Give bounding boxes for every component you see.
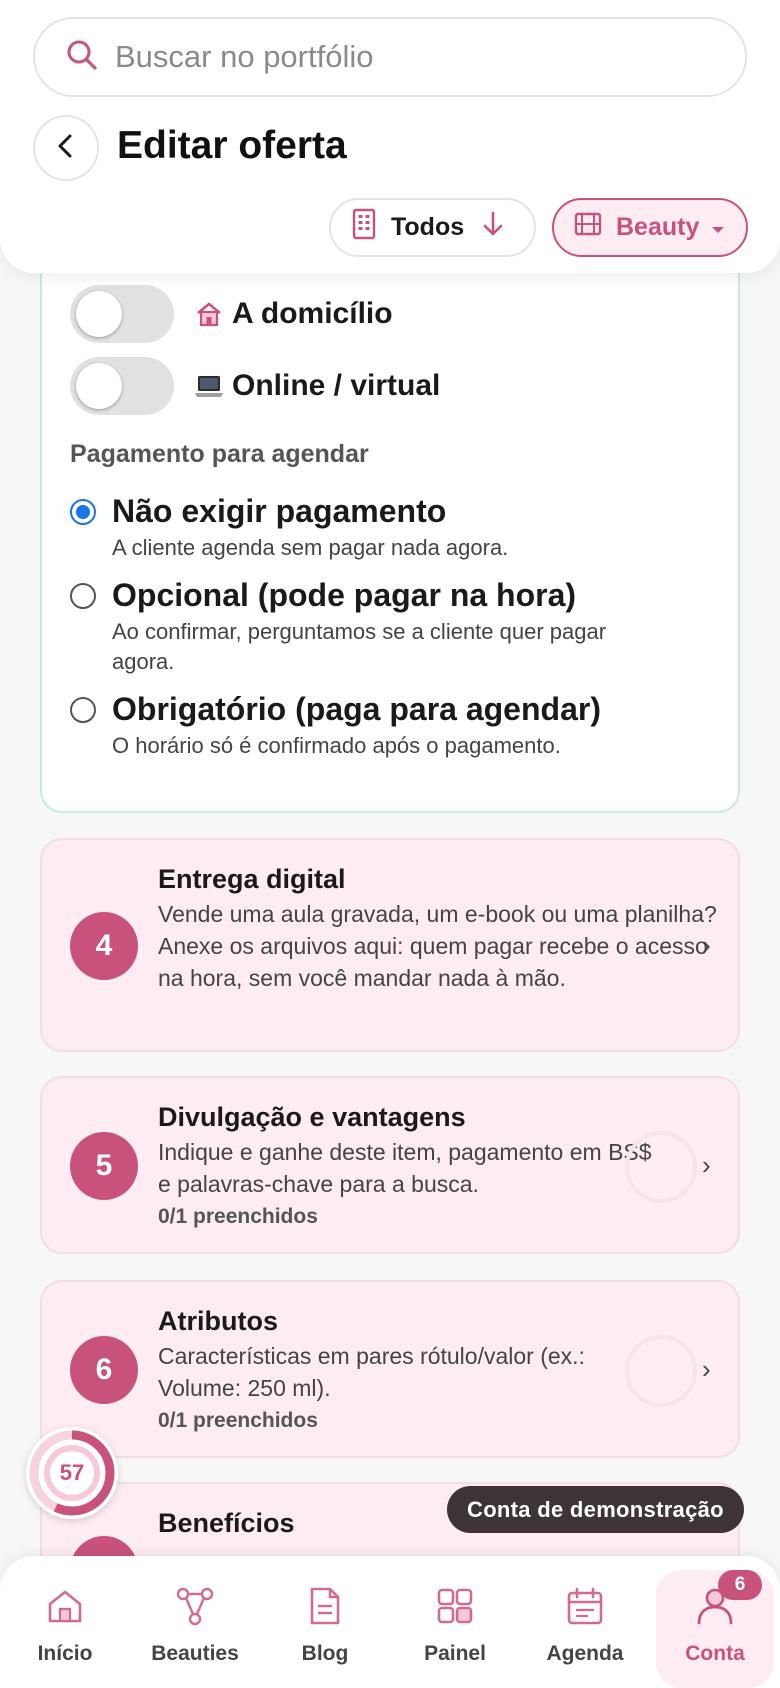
nav-label: Início	[37, 1642, 93, 1665]
payment-option-label: Obrigatório (paga para agendar)	[112, 691, 601, 727]
film-icon	[574, 211, 602, 244]
completion-score-badge[interactable]: 57	[26, 1427, 118, 1519]
step-description: Indique e ganhe deste item, pagamento em…	[158, 1139, 652, 1197]
building-icon	[351, 208, 377, 247]
filter-all-button[interactable]: Todos	[329, 198, 536, 257]
step-number-badge: 5	[70, 1132, 138, 1200]
online-service-toggle[interactable]	[70, 357, 174, 415]
nav-item-painel[interactable]: Painel	[390, 1556, 520, 1688]
payment-section-title: Pagamento para agendar	[70, 440, 369, 468]
payment-option-label: Opcional (pode pagar na hora)	[112, 577, 577, 613]
step-description: Vende uma aula gravada, um e-book ou uma…	[158, 901, 717, 991]
step-title: Entrega digital	[158, 864, 346, 894]
progress-ring	[625, 1335, 697, 1407]
nav-item-conta[interactable]: Conta 6	[656, 1570, 774, 1688]
bottom-navigation: Início Beauties Blog Painel Agenda Conta…	[0, 1556, 780, 1688]
house-icon	[194, 299, 224, 329]
radio-button-selected[interactable]	[70, 499, 96, 525]
laptop-icon	[194, 371, 224, 401]
home-service-toggle[interactable]	[70, 285, 174, 343]
network-icon	[175, 1586, 215, 1626]
chevron-right-icon: ›	[702, 1354, 711, 1384]
payment-option-description: O horário só é confirmado após o pagamen…	[112, 733, 561, 758]
home-icon	[45, 1586, 85, 1626]
category-filter-label: Beauty	[616, 213, 700, 241]
payment-option-optional[interactable]: Opcional (pode pagar na hora) Ao confirm…	[70, 575, 672, 677]
step-title: Divulgação e vantagens	[158, 1102, 466, 1132]
top-header: Editar oferta Todos Beauty	[0, 0, 780, 273]
nav-label: Beauties	[151, 1642, 239, 1665]
payment-option-none[interactable]: Não exigir pagamento A cliente agenda se…	[70, 491, 672, 563]
step-progress: 0/1 preenchidos	[158, 1409, 318, 1432]
filter-all-label: Todos	[391, 213, 465, 241]
chevron-right-icon: ›	[702, 930, 711, 960]
search-bar[interactable]	[33, 17, 747, 97]
nav-item-beauties[interactable]: Beauties	[130, 1556, 260, 1688]
category-filter-dropdown[interactable]: Beauty	[552, 198, 748, 257]
search-input[interactable]	[115, 39, 715, 75]
page-title: Editar oferta	[117, 124, 347, 167]
search-icon	[65, 38, 99, 77]
caret-down-icon	[711, 213, 725, 242]
step-title: Atributos	[158, 1306, 278, 1336]
radio-button[interactable]	[70, 697, 96, 723]
step-description: Características em pares rótulo/valor (e…	[158, 1343, 585, 1401]
progress-ring	[625, 1131, 697, 1203]
payment-option-label: Não exigir pagamento	[112, 493, 447, 529]
nav-label: Agenda	[546, 1642, 624, 1665]
step-number-badge: 6	[70, 1336, 138, 1404]
home-service-label: A domicílio	[232, 297, 393, 330]
nav-item-blog[interactable]: Blog	[260, 1556, 390, 1688]
payment-option-description: A cliente agenda sem pagar nada agora.	[112, 535, 509, 560]
nav-label: Blog	[301, 1642, 349, 1665]
toggle-row-online: Online / virtual	[70, 357, 440, 415]
payment-option-required[interactable]: Obrigatório (paga para agendar) O horári…	[70, 689, 672, 761]
document-icon	[305, 1586, 345, 1626]
nav-item-agenda[interactable]: Agenda	[520, 1556, 650, 1688]
payment-option-description: Ao confirmar, perguntamos se a cliente q…	[112, 619, 607, 674]
back-button[interactable]	[33, 115, 99, 181]
radio-button[interactable]	[70, 583, 96, 609]
notification-badge: 6	[718, 1570, 762, 1600]
chevron-left-icon	[55, 133, 77, 164]
step-card-promotion[interactable]: 5 Divulgação e vantagens Indique e ganhe…	[40, 1076, 740, 1254]
demo-account-toast: Conta de demonstração	[447, 1486, 744, 1533]
nav-item-inicio[interactable]: Início	[0, 1556, 130, 1688]
online-service-label: Online / virtual	[232, 369, 441, 402]
step-card-digital-delivery[interactable]: 4 Entrega digital Vende uma aula gravada…	[40, 838, 740, 1052]
arrow-down-icon	[482, 210, 504, 245]
step-progress: 0/1 preenchidos	[158, 1205, 318, 1228]
toggle-row-home: A domicílio	[70, 285, 393, 343]
nav-label: Painel	[424, 1642, 486, 1665]
chevron-right-icon: ›	[702, 1150, 711, 1180]
step-number-badge: 4	[70, 912, 138, 980]
calendar-icon	[565, 1586, 605, 1626]
grid-icon	[435, 1586, 475, 1626]
nav-label: Conta	[685, 1642, 745, 1665]
step-card-attributes[interactable]: 6 Atributos Características em pares rót…	[40, 1280, 740, 1458]
completion-score-value: 57	[59, 1460, 85, 1485]
